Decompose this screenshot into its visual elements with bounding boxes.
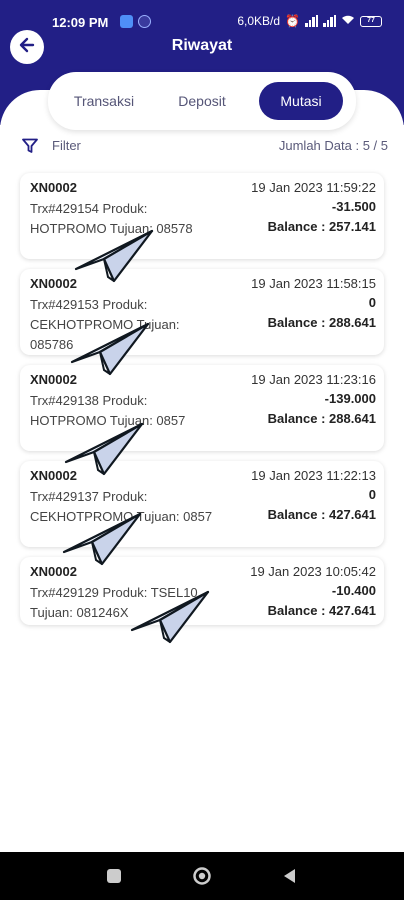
paper-plane-icon [130, 590, 210, 644]
transaction-balance: Balance : 427.641 [267, 507, 376, 522]
transaction-date: 19 Jan 2023 11:22:13 [251, 468, 376, 483]
transaction-amount: -139.000 [324, 391, 376, 406]
transaction-date: 19 Jan 2023 11:23:16 [251, 372, 376, 387]
system-nav-bar [0, 852, 404, 900]
tab-bar: Transaksi Deposit Mutasi [48, 72, 356, 130]
tab-transaksi[interactable]: Transaksi [64, 82, 144, 120]
transaction-date: 19 Jan 2023 11:58:15 [251, 276, 376, 291]
alarm-icon: ⏰ [285, 14, 300, 28]
status-right: 6,0KB/d ⏰ 77 [237, 14, 382, 28]
paper-plane-icon [64, 422, 144, 476]
square-icon[interactable] [104, 866, 124, 886]
transaction-balance: Balance : 288.641 [267, 315, 376, 330]
page-title: Riwayat [171, 37, 233, 54]
transaction-date: 19 Jan 2023 11:59:22 [251, 180, 376, 195]
status-time: 12:09 PM [52, 15, 109, 30]
triangle-back-icon[interactable] [280, 866, 300, 886]
filter-row: Filter Jumlah Data : 5 / 5 [22, 136, 388, 156]
status-bar: 12:09 PM 6,0KB/d ⏰ 77 [0, 0, 404, 40]
tab-mutasi[interactable]: Mutasi [259, 82, 343, 120]
battery-icon: 77 [360, 15, 382, 27]
filter-button[interactable]: Filter [52, 138, 81, 153]
transaction-id: XN0002 [30, 180, 77, 195]
transaction-amount: -10.400 [331, 583, 376, 598]
app-notification-icon [138, 15, 151, 28]
paper-plane-icon [74, 229, 154, 283]
network-speed: 6,0KB/d [237, 14, 281, 28]
funnel-icon[interactable] [22, 138, 38, 154]
tab-deposit[interactable]: Deposit [164, 82, 240, 120]
paper-plane-icon [62, 512, 142, 566]
transaction-balance: Balance : 427.641 [267, 603, 376, 618]
transaction-amount: 0 [368, 487, 376, 502]
signal-icon [305, 15, 318, 27]
paper-plane-icon [70, 322, 150, 376]
wifi-icon [341, 14, 355, 28]
signal-icon-2 [323, 15, 336, 27]
data-count: Jumlah Data : 5 / 5 [278, 138, 388, 153]
transaction-amount: -31.500 [331, 199, 376, 214]
transaction-id: XN0002 [30, 276, 77, 291]
transaction-balance: Balance : 288.641 [267, 411, 376, 426]
transaction-date: 19 Jan 2023 10:05:42 [250, 564, 376, 579]
transaction-amount: 0 [368, 295, 376, 310]
transaction-balance: Balance : 257.141 [267, 219, 376, 234]
notification-icon [120, 15, 133, 28]
circle-icon[interactable] [192, 866, 212, 886]
